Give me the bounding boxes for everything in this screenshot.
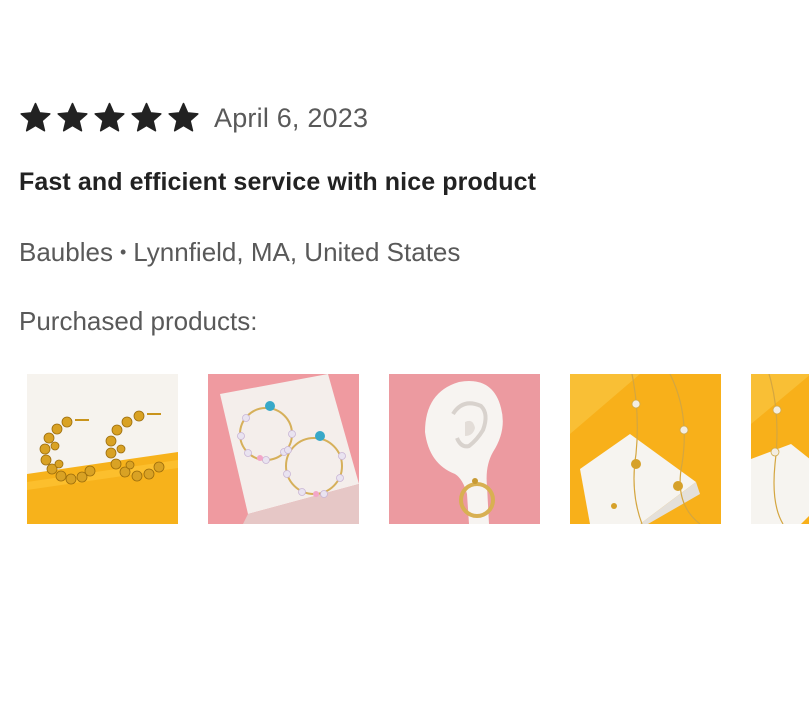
product-thumbnail[interactable] <box>208 374 359 524</box>
star-icon <box>167 102 200 134</box>
star-icon <box>130 102 163 134</box>
product-thumbnail[interactable] <box>27 374 178 524</box>
reviewer-meta: Baubles • Lynnfield, MA, United States <box>19 237 809 268</box>
meta-separator: • <box>119 242 127 262</box>
reviewer-location: Lynnfield, MA, United States <box>133 237 461 267</box>
star-icon <box>56 102 89 134</box>
review-card: April 6, 2023 Fast and efficient service… <box>19 96 809 337</box>
purchased-products-label: Purchased products: <box>19 306 258 336</box>
gold-bead-chain-image <box>570 374 721 524</box>
earring-on-ear-model-image <box>389 374 540 524</box>
star-icon <box>93 102 126 134</box>
crystal-hoop-earrings-image <box>208 374 359 524</box>
star-rating <box>19 102 200 134</box>
rating-row: April 6, 2023 <box>19 96 809 140</box>
pearl-chain-image <box>751 374 809 524</box>
review-date: April 6, 2023 <box>214 102 369 133</box>
shop-name[interactable]: Baubles <box>19 237 113 268</box>
product-thumbnail[interactable] <box>751 374 809 524</box>
product-thumbnail[interactable] <box>389 374 540 524</box>
review-headline: Fast and efficient service with nice pro… <box>19 168 537 196</box>
product-thumbnail[interactable] <box>570 374 721 524</box>
gold-beaded-hoop-earrings-image <box>27 374 178 524</box>
purchased-products-list <box>27 374 809 524</box>
star-icon <box>19 102 52 134</box>
